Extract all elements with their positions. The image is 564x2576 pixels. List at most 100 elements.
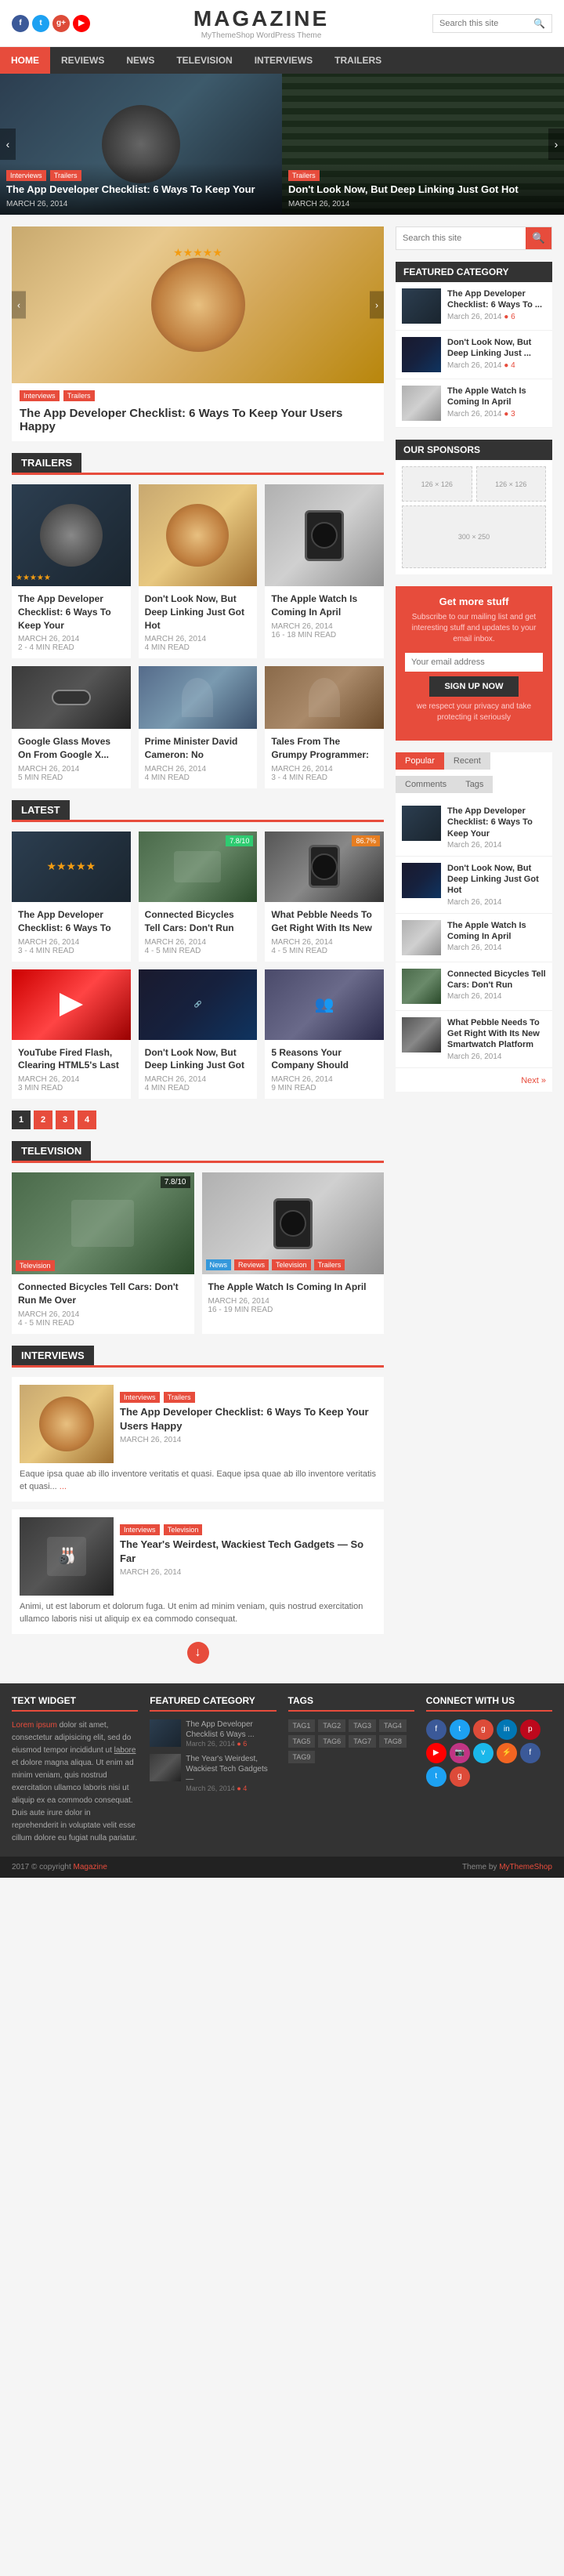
nav-interviews[interactable]: INTERVIEWS — [244, 47, 324, 74]
featured-next-arrow[interactable]: › — [370, 292, 384, 319]
sponsor-box-2[interactable]: 126 × 126 — [476, 466, 547, 502]
int-tag-interviews-1: Interviews — [120, 1392, 160, 1403]
sidebar-pop-title-1: The App Developer Checklist: 6 Ways To K… — [447, 806, 546, 839]
footer-text-highlight: Lorem ipsum — [12, 1721, 57, 1730]
top-bar: f t g+ ▶ MAGAZINE MyThemeShop WordPress … — [0, 0, 564, 47]
tag-9[interactable]: TAG9 — [288, 1751, 316, 1763]
connect-rss[interactable]: ⚡ — [497, 1743, 517, 1763]
nav-news[interactable]: NEWS — [115, 47, 165, 74]
tag-2[interactable]: TAG2 — [318, 1719, 345, 1732]
hero-prev-arrow[interactable]: ‹ — [0, 129, 16, 160]
nav-trailers[interactable]: TRAILERS — [324, 47, 392, 74]
latest-card-title-6: 5 Reasons Your Company Should — [271, 1046, 378, 1073]
hero-title-2: Don't Look Now, But Deep Linking Just Go… — [288, 183, 558, 197]
trailer-card-4: Google Glass Moves On From Google X... M… — [12, 666, 131, 788]
nav-television[interactable]: TELEVISION — [165, 47, 243, 74]
header-search[interactable]: 🔍 — [432, 14, 552, 33]
sidebar-pop-title-5: What Pebble Needs To Get Right With Its … — [447, 1017, 546, 1051]
sidebar-search[interactable]: 🔍 — [396, 226, 552, 250]
footer-brand-link[interactable]: Magazine — [74, 1863, 107, 1871]
googleplus-icon[interactable]: g+ — [52, 15, 70, 32]
connect-facebook-2[interactable]: f — [520, 1743, 540, 1763]
featured-prev-arrow[interactable]: ‹ — [12, 292, 26, 319]
tab-comments[interactable]: Comments — [396, 776, 456, 793]
interview-item-1: Interviews Trailers The App Developer Ch… — [12, 1377, 384, 1502]
sidebar-feat-item-meta-1: March 26, 2014 ● 6 — [447, 313, 546, 321]
tv-img-2: News Reviews Television Trailers — [202, 1172, 385, 1274]
sidebar-pop-item-2: Don't Look Now, But Deep Linking Just Go… — [396, 857, 552, 914]
facebook-icon[interactable]: f — [12, 15, 29, 32]
footer-text-content: Lorem ipsum dolor sit amet, consectetur … — [12, 1719, 138, 1845]
latest-img-3: 86.7% — [265, 831, 384, 902]
connect-vimeo[interactable]: v — [473, 1743, 494, 1763]
footer-tags: TAGS TAG1 TAG2 TAG3 TAG4 TAG5 TAG6 TAG7 … — [288, 1695, 414, 1845]
sidebar-next-link[interactable]: Next » — [521, 1076, 546, 1085]
tag-4[interactable]: TAG4 — [379, 1719, 407, 1732]
connect-googleplus-2[interactable]: g — [450, 1766, 470, 1787]
social-icons: f t g+ ▶ — [12, 15, 90, 32]
latest-card-meta-1: MARCH 26, 2014 3 - 4 MIN READ — [18, 938, 125, 955]
connect-twitter[interactable]: t — [450, 1719, 470, 1740]
sidebar-feat-item-title-3: The Apple Watch Is Coming In April — [447, 386, 546, 408]
tag-5[interactable]: TAG5 — [288, 1735, 316, 1748]
site-subtitle: MyThemeShop WordPress Theme — [90, 31, 432, 40]
search-input[interactable] — [439, 19, 533, 28]
interviews-title: INTERVIEWS — [12, 1346, 94, 1365]
sidebar-search-button[interactable]: 🔍 — [526, 227, 551, 249]
connect-twitter-2[interactable]: t — [426, 1766, 446, 1787]
search-icon[interactable]: 🔍 — [533, 18, 545, 29]
page-btn-1[interactable]: 1 — [12, 1110, 31, 1129]
nav-reviews[interactable]: REVIEWS — [50, 47, 115, 74]
hero-next-arrow[interactable]: › — [548, 129, 564, 160]
connect-youtube[interactable]: ▶ — [426, 1743, 446, 1763]
twitter-icon[interactable]: t — [32, 15, 49, 32]
sidebar-pop-meta-4: March 26, 2014 — [447, 992, 546, 1001]
tag-8[interactable]: TAG8 — [379, 1735, 407, 1748]
footer-feat-img-1 — [150, 1719, 181, 1747]
newsletter-signup-button[interactable]: SIGN UP NOW — [429, 676, 519, 697]
trailer-card-title-5: Prime Minister David Cameron: No — [145, 735, 251, 762]
connect-pinterest[interactable]: p — [520, 1719, 540, 1740]
tab-tags[interactable]: Tags — [456, 776, 493, 793]
newsletter-email-input[interactable] — [405, 653, 543, 672]
tv-tag-television: Television — [272, 1259, 311, 1270]
tab-recent[interactable]: Recent — [444, 752, 490, 770]
connect-instagram[interactable]: 📷 — [450, 1743, 470, 1763]
tag-1[interactable]: TAG1 — [288, 1719, 316, 1732]
page-btn-3[interactable]: 3 — [56, 1110, 74, 1129]
trailer-img-2 — [139, 484, 258, 586]
interviews-section-header: INTERVIEWS — [12, 1346, 384, 1368]
page-btn-4[interactable]: 4 — [78, 1110, 96, 1129]
latest-card-6: 👥 5 Reasons Your Company Should MARCH 26… — [265, 969, 384, 1100]
sponsor-box-1[interactable]: 126 × 126 — [402, 466, 472, 502]
connect-linkedin[interactable]: in — [497, 1719, 517, 1740]
newsletter-title: Get more stuff — [405, 596, 543, 607]
youtube-icon[interactable]: ▶ — [73, 15, 90, 32]
interview-readmore-1[interactable]: ... — [60, 1482, 67, 1491]
footer-top: TEXT WIDGET Lorem ipsum dolor sit amet, … — [0, 1683, 564, 1857]
tag-3[interactable]: TAG3 — [349, 1719, 376, 1732]
tv-card-2: News Reviews Television Trailers The App… — [202, 1172, 385, 1334]
featured-tags: Interviews Trailers — [12, 383, 384, 404]
latest-card-3: 86.7% What Pebble Needs To Get Right Wit… — [265, 831, 384, 962]
tab-popular[interactable]: Popular — [396, 752, 444, 770]
sponsor-box-3[interactable]: 300 × 250 — [402, 505, 546, 568]
footer-feat-item-2: The Year's Weirdest, Wackiest Tech Gadge… — [150, 1754, 276, 1792]
latest-img-4 — [12, 969, 131, 1040]
footer-tags-title: TAGS — [288, 1695, 414, 1712]
mythemeshop-link[interactable]: MyThemeShop — [499, 1863, 552, 1871]
hero-date-1: MARCH 26, 2014 — [6, 200, 276, 208]
tag-6[interactable]: TAG6 — [318, 1735, 345, 1748]
latest-card-2: 7.8/10 Connected Bicycles Tell Cars: Don… — [139, 831, 258, 962]
connect-facebook[interactable]: f — [426, 1719, 446, 1740]
tag-7[interactable]: TAG7 — [349, 1735, 376, 1748]
nav-home[interactable]: HOME — [0, 47, 50, 74]
page-btn-2[interactable]: 2 — [34, 1110, 52, 1129]
tv-card-meta-2: MARCH 26, 2014 16 - 19 MIN READ — [208, 1297, 378, 1314]
footer-feat-meta-1: March 26, 2014 ● 6 — [186, 1740, 276, 1748]
tags-list: TAG1 TAG2 TAG3 TAG4 TAG5 TAG6 TAG7 TAG8 … — [288, 1719, 414, 1763]
sidebar-search-input[interactable] — [396, 227, 526, 249]
connect-googleplus[interactable]: g — [473, 1719, 494, 1740]
load-more-button[interactable]: ↓ — [187, 1642, 209, 1664]
sidebar-feat-item-title-2: Don't Look Now, But Deep Linking Just ..… — [447, 337, 546, 360]
